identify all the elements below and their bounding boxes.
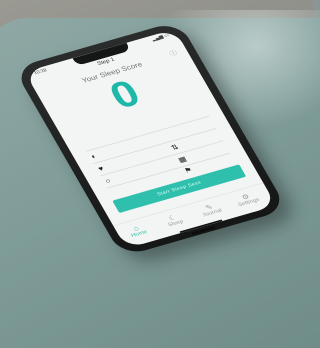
tab-home[interactable]: ⌂ Home — [122, 221, 154, 240]
heart-icon: ♥ — [96, 164, 106, 173]
phone-scene: 10:28 ▂▄▆ ▭ Step 1 Your Sleep Score ⓘ 0 … — [0, 0, 313, 308]
circle-icon: ○ — [103, 176, 113, 186]
grid-icon: ▦ — [176, 155, 189, 165]
smartphone: 10:28 ▂▄▆ ▭ Step 1 Your Sleep Score ⓘ 0 … — [13, 20, 288, 257]
tab-settings[interactable]: ⚙ Settings — [231, 190, 263, 209]
status-time: 10:28 — [33, 67, 48, 76]
phone-screen: 10:28 ▂▄▆ ▭ Step 1 Your Sleep Score ⓘ 0 … — [24, 28, 277, 249]
tab-journal[interactable]: ✎ Journal — [195, 200, 227, 219]
flag-icon: ⚑ — [182, 165, 194, 175]
tab-sleep[interactable]: ☾ Sleep — [158, 211, 190, 230]
sort-icon: ⇅ — [169, 143, 181, 152]
moon-icon: ◐ — [89, 152, 99, 161]
